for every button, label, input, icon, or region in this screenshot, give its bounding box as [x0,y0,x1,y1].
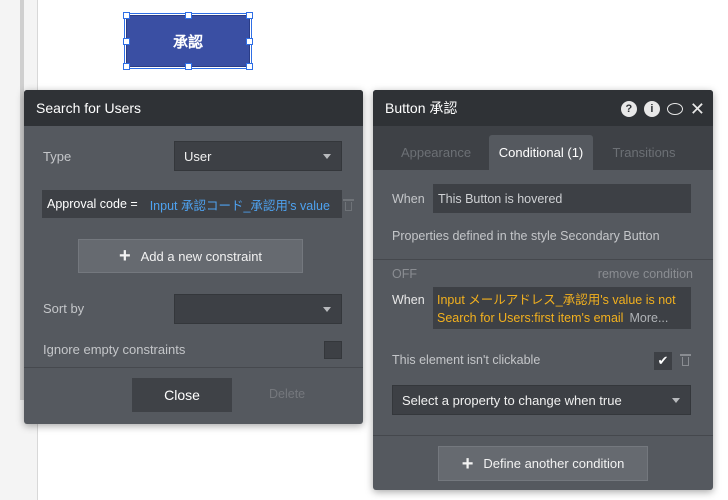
close-x-icon[interactable]: ✕ [690,100,705,118]
property-select-dropdown[interactable]: Select a property to change when true [392,385,691,415]
resize-handle-top-left[interactable] [123,12,130,19]
not-clickable-label: This element isn't clickable [392,353,541,367]
more-link[interactable]: More... [629,311,668,325]
trash-icon[interactable] [343,198,354,211]
tab-conditional[interactable]: Conditional (1) [489,135,593,170]
condition-expression-field[interactable]: Input メールアドレス_承認用's value is not Search … [433,287,691,329]
tab-transitions[interactable]: Transitions [601,135,687,170]
condition-line-1: Input メールアドレス_承認用's value is not [437,293,676,307]
property-select-label: Select a property to change when true [402,392,622,408]
canvas-selected-button[interactable]: 承認 [124,13,252,69]
search-panel-title: Search for Users [36,100,142,116]
add-constraint-label: Add a new constraint [140,248,263,264]
not-clickable-checkbox[interactable]: ✔ [654,352,672,370]
tab-appearance[interactable]: Appearance [391,135,481,170]
add-constraint-button[interactable]: + Add a new constraint [78,239,303,273]
tab-appearance-label: Appearance [400,145,472,160]
condition-line-2-text: Search for Users:first item's email [437,311,624,325]
style-note: Properties defined in the style Secondar… [392,229,660,243]
close-button[interactable]: Close [132,378,232,412]
resize-handle-bottom-left[interactable] [123,63,130,70]
button-properties-panel: Button 承認 ? i ✕ Appearance Conditional (… [373,90,713,490]
divider [373,259,713,260]
button-panel-header[interactable]: Button 承認 ? i ✕ [373,90,713,126]
canvas-button-label: 承認 [172,33,203,51]
caret-down-icon [323,154,331,159]
trash-icon[interactable] [680,353,691,366]
constraint-row[interactable]: Approval code = Input 承認コード_承認用's value [42,190,342,218]
divider [373,435,713,436]
ignore-empty-label: Ignore empty constraints [43,342,186,357]
define-condition-button[interactable]: + Define another condition [438,446,648,481]
tab-conditional-label: Conditional (1) [498,145,584,160]
search-panel: Search for Users Type User Approval code… [24,90,363,424]
resize-handle-top-right[interactable] [246,12,253,19]
checkmark-icon: ✔ [657,353,669,368]
comment-bubble-icon[interactable] [666,103,683,115]
resize-handle-bottom-right[interactable] [246,63,253,70]
type-dropdown[interactable]: User [174,141,342,171]
condition-line-2: Search for Users:first item's email More.… [437,309,687,327]
ignore-empty-checkbox[interactable] [324,341,342,359]
search-panel-header[interactable]: Search for Users [24,90,363,126]
delete-button[interactable]: Delete [269,387,305,401]
condition-when-label: When [392,293,425,307]
question-circle-icon[interactable]: ? [620,101,637,117]
remove-condition-link[interactable]: remove condition [598,267,693,281]
button-panel-title: Button 承認 [385,100,458,116]
plus-icon: + [461,452,474,475]
when-state-field[interactable]: This Button is hovered [433,184,691,213]
close-button-label: Close [164,387,200,403]
constraint-value[interactable]: Input 承認コード_承認用's value [150,195,330,214]
when-label: When [392,192,425,206]
tab-transitions-label: Transitions [612,145,676,160]
sort-by-dropdown[interactable] [174,294,342,324]
info-circle-icon[interactable]: i [643,101,660,117]
resize-handle-bottom[interactable] [185,63,192,70]
header-icons: ? i ✕ [620,100,705,118]
sort-by-label: Sort by [43,301,85,316]
off-label: OFF [392,267,417,281]
constraint-key: Approval code = [47,197,138,211]
define-condition-label: Define another condition [483,456,625,471]
plus-icon: + [118,245,131,267]
when-state-value: This Button is hovered [438,191,563,206]
resize-handle-left[interactable] [123,38,130,45]
resize-handle-top[interactable] [185,12,192,19]
caret-down-icon [672,398,680,403]
search-panel-footer: Close Delete [24,367,363,424]
type-label: Type [43,149,72,164]
property-tabs: Appearance Conditional (1) Transitions [373,126,713,170]
type-dropdown-value: User [184,148,212,164]
resize-handle-right[interactable] [246,38,253,45]
caret-down-icon [323,307,331,312]
